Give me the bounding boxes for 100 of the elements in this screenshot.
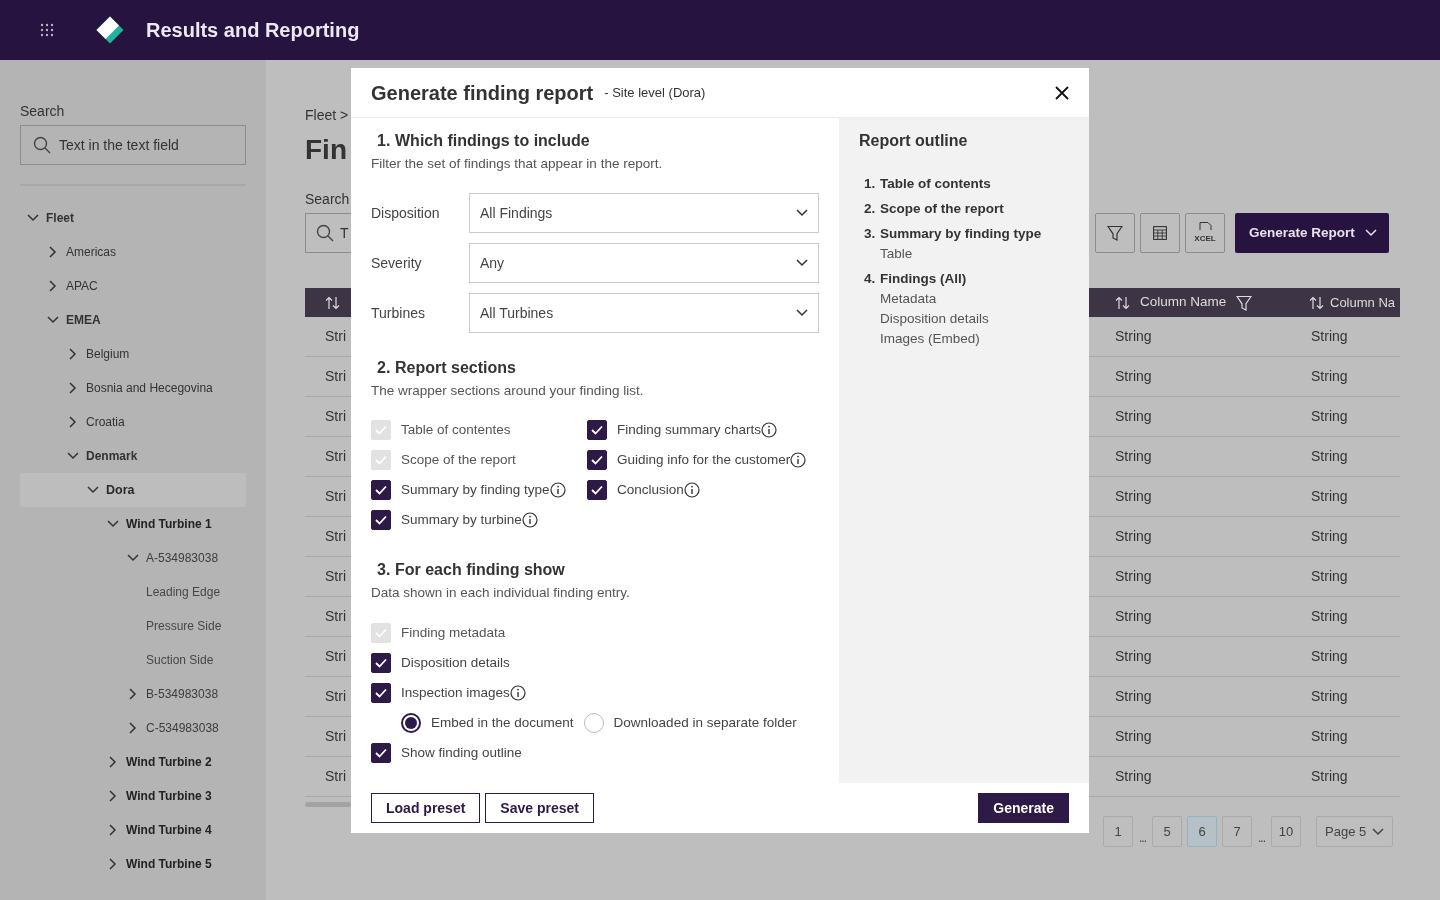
chevron-down-icon[interactable] [27, 214, 39, 222]
table-cell-text: String [1311, 607, 1348, 626]
search-field[interactable]: Text in the text field [20, 125, 246, 165]
chevron-down-icon[interactable] [87, 486, 99, 494]
chevron-right-icon[interactable] [109, 858, 117, 870]
tree-item[interactable]: Belgium [86, 345, 130, 363]
info-icon[interactable] [509, 685, 526, 701]
page-button[interactable]: 1 [1103, 816, 1133, 847]
checkbox[interactable] [587, 480, 607, 500]
chevron-down-icon[interactable] [67, 452, 79, 460]
preset-button[interactable]: Save preset [485, 793, 594, 823]
tree-item[interactable]: Leading Edge [146, 583, 221, 601]
generate-button[interactable]: Generate [978, 793, 1069, 823]
page-button[interactable]: 6 [1187, 816, 1217, 847]
chevron-right-icon[interactable] [109, 824, 117, 836]
page-button[interactable]: 7 [1222, 816, 1252, 847]
chevron-right-icon[interactable] [109, 790, 117, 802]
filter-icon[interactable] [1236, 294, 1253, 311]
sort-icon[interactable] [1309, 295, 1324, 310]
page-dropdown[interactable]: Page 5 [1316, 816, 1394, 847]
outline-item: Findings (All) [880, 270, 967, 288]
breadcrumb[interactable]: Fleet > [305, 107, 349, 123]
export-button[interactable]: XCEL [1185, 213, 1225, 253]
tree-item[interactable]: Fleet [46, 209, 74, 227]
tree-item[interactable]: APAC [66, 277, 98, 295]
page-button[interactable]: 5 [1152, 816, 1182, 847]
checkbox[interactable] [587, 450, 607, 470]
checkbox[interactable] [371, 743, 391, 763]
info-icon[interactable] [761, 422, 778, 438]
chevron-right-icon[interactable] [49, 280, 57, 292]
close-button[interactable] [1055, 85, 1069, 100]
tree-item[interactable]: Wind Turbine 1 [126, 515, 212, 533]
sort-icon[interactable] [325, 295, 340, 310]
chevron-down-icon[interactable] [796, 309, 808, 317]
checkbox[interactable] [371, 480, 391, 500]
chevron-right-icon[interactable] [69, 382, 77, 394]
checkmark-icon [375, 748, 387, 758]
tree-item[interactable]: C-534983038 [146, 719, 219, 737]
chevron-right-icon[interactable] [109, 756, 117, 768]
checkbox[interactable] [371, 683, 391, 703]
tree-item[interactable]: Croatia [86, 413, 125, 431]
info-icon[interactable] [683, 482, 700, 498]
table-cell-text: String [1311, 527, 1348, 546]
checkbox[interactable] [587, 420, 607, 440]
checkbox-label: Show finding outline [401, 743, 522, 762]
sort-icon[interactable] [1115, 295, 1130, 310]
tree-item[interactable]: Wind Turbine 4 [126, 821, 212, 839]
chevron-down-icon[interactable] [796, 209, 808, 217]
dropdown[interactable]: Any [469, 243, 819, 283]
checkbox[interactable] [371, 510, 391, 530]
radio-button[interactable] [583, 713, 604, 733]
caret-icon[interactable] [1364, 229, 1377, 237]
dropdown[interactable]: All Findings [469, 193, 819, 233]
outline-number: 4. [863, 270, 877, 288]
tree-item[interactable]: Dora [20, 473, 246, 507]
column-header[interactable]: Column Na [1330, 292, 1396, 313]
chevron-down-icon[interactable] [107, 520, 119, 528]
generate-report-button[interactable]: Generate Report [1235, 213, 1389, 253]
chevron-right-icon[interactable] [49, 246, 57, 258]
page-button[interactable]: 10 [1271, 816, 1301, 847]
checkmark-icon [375, 455, 387, 465]
filter-button[interactable] [1095, 213, 1135, 253]
chevron-down-icon[interactable] [796, 259, 808, 267]
chevron-right-icon[interactable] [129, 722, 137, 734]
tree-item[interactable]: Wind Turbine 3 [126, 787, 212, 805]
checkbox-label: Summary by turbine [401, 510, 522, 529]
tree-item[interactable]: Americas [66, 243, 116, 261]
tree-item[interactable]: Wind Turbine 5 [126, 855, 212, 873]
table-cell: Stri [325, 648, 346, 664]
info-icon[interactable] [790, 452, 807, 468]
preset-button[interactable]: Load preset [371, 793, 481, 823]
dropdown[interactable]: All Turbines [469, 293, 819, 333]
checkbox[interactable] [371, 653, 391, 673]
scrollbar[interactable] [305, 802, 351, 807]
tree-item[interactable]: EMEA [66, 311, 101, 329]
tree-item[interactable]: Denmark [86, 447, 138, 465]
pagination-ellipsis: ... [1138, 830, 1147, 847]
filter-label: Severity [371, 253, 423, 273]
chevron-right-icon[interactable] [69, 348, 77, 360]
info-icon[interactable] [521, 512, 538, 528]
tree-item[interactable]: Bosnia and Hecegovina [86, 379, 213, 397]
tree-item[interactable]: Wind Turbine 2 [126, 753, 212, 771]
radio-button[interactable] [401, 713, 421, 733]
table-cell: Stri [325, 608, 346, 624]
table-cell-text: String [1311, 447, 1348, 466]
chevron-down-icon[interactable] [1372, 827, 1385, 836]
tree-item[interactable]: Pressure Side [146, 617, 222, 635]
chevron-down-icon[interactable] [127, 554, 139, 562]
info-icon[interactable] [549, 482, 566, 498]
tree-item[interactable]: B-534983038 [146, 685, 219, 703]
section-number: 2. [376, 358, 392, 378]
chevron-down-icon[interactable] [47, 316, 59, 324]
table-view-button[interactable] [1140, 213, 1180, 253]
section-heading: For each finding show [395, 560, 565, 580]
column-header[interactable]: Column Name [1140, 292, 1227, 313]
tree-item[interactable]: Suction Side [146, 651, 214, 669]
tree-item[interactable]: A-534983038 [146, 549, 219, 567]
menu-icon[interactable] [40, 23, 54, 37]
chevron-right-icon[interactable] [129, 688, 137, 700]
chevron-right-icon[interactable] [69, 416, 77, 428]
